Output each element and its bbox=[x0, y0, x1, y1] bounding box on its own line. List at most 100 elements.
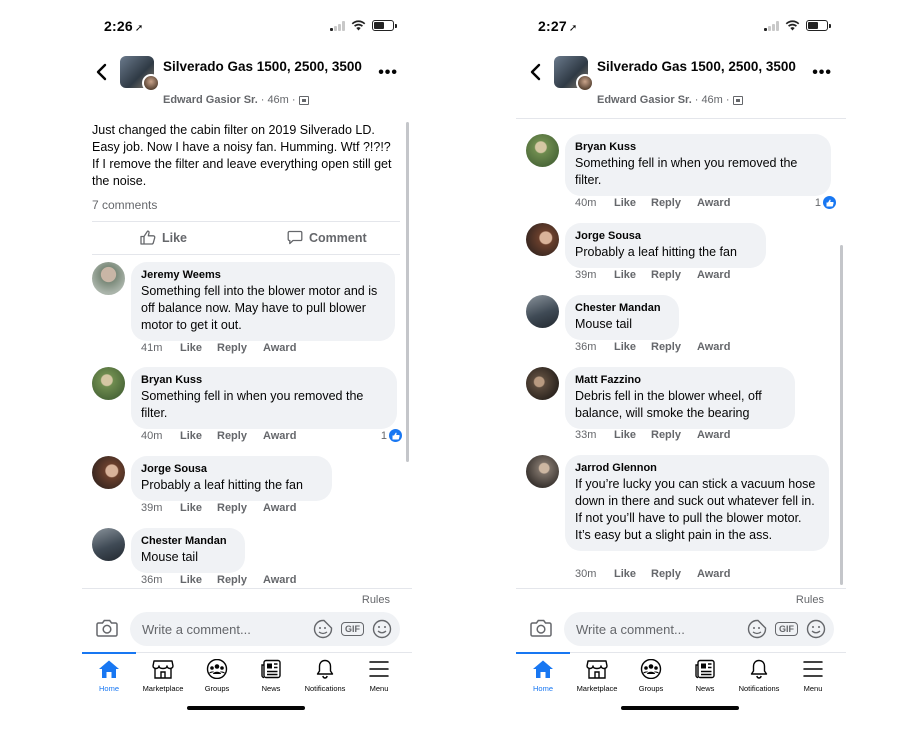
commenter-avatar[interactable] bbox=[526, 223, 559, 256]
comment-like-button[interactable]: Like bbox=[180, 342, 217, 354]
comment-reply-button[interactable]: Reply bbox=[651, 197, 697, 209]
comment-award-button[interactable]: Award bbox=[697, 568, 730, 580]
comment-reply-button[interactable]: Reply bbox=[651, 341, 697, 353]
comment-bubble[interactable]: Jarrod Glennon If you’re lucky you can s… bbox=[565, 455, 829, 551]
scrollbar[interactable] bbox=[406, 122, 409, 462]
comment-author[interactable]: Jorge Sousa bbox=[575, 229, 756, 244]
rules-link[interactable]: Rules bbox=[796, 594, 824, 606]
back-arrow-icon[interactable] bbox=[94, 62, 110, 82]
gif-button[interactable]: GIF bbox=[341, 622, 364, 636]
post-author[interactable]: Edward Gasior Sr. bbox=[163, 94, 258, 106]
tab-home[interactable]: Home bbox=[516, 659, 570, 693]
comment-like-button[interactable]: Like bbox=[614, 269, 651, 281]
comment-bubble[interactable]: Matt Fazzino Debris fell in the blower w… bbox=[565, 367, 795, 429]
comments-count[interactable]: 7 comments bbox=[92, 198, 157, 212]
tab-label: Marketplace bbox=[142, 684, 184, 693]
comment-reply-button[interactable]: Reply bbox=[651, 269, 697, 281]
camera-icon[interactable] bbox=[530, 619, 552, 637]
home-indicator[interactable] bbox=[621, 706, 739, 710]
emoji-icon[interactable] bbox=[806, 619, 826, 639]
comment-actions: 40m Like Reply Award bbox=[141, 430, 296, 442]
back-arrow-icon[interactable] bbox=[528, 62, 544, 82]
rules-link[interactable]: Rules bbox=[362, 594, 390, 606]
comment-award-button[interactable]: Award bbox=[697, 341, 730, 353]
more-options-button[interactable]: ••• bbox=[378, 64, 398, 82]
comment-like-button[interactable]: Like bbox=[614, 568, 651, 580]
comment-author[interactable]: Jarrod Glennon bbox=[575, 461, 819, 476]
commenter-avatar[interactable] bbox=[526, 367, 559, 400]
tab-groups[interactable]: Groups bbox=[624, 659, 678, 693]
comment-award-button[interactable]: Award bbox=[697, 269, 730, 281]
comment-bubble[interactable]: Chester Mandan Mouse tail bbox=[131, 528, 245, 573]
comment-author[interactable]: Bryan Kuss bbox=[575, 140, 821, 155]
comment-like-button[interactable]: Like bbox=[614, 429, 651, 441]
scrollbar[interactable] bbox=[840, 245, 843, 585]
commenter-avatar[interactable] bbox=[526, 134, 559, 167]
comment-author[interactable]: Matt Fazzino bbox=[575, 373, 785, 388]
comment-bubble[interactable]: Jorge Sousa Probably a leaf hitting the … bbox=[565, 223, 766, 268]
comment-reactions[interactable]: 1 bbox=[381, 429, 402, 442]
tab-news[interactable]: News bbox=[678, 659, 732, 693]
comment-like-button[interactable]: Like bbox=[614, 197, 651, 209]
comment-reactions[interactable]: 1 bbox=[815, 196, 836, 209]
comment-bubble[interactable]: Jeremy Weems Something fell into the blo… bbox=[131, 262, 395, 341]
comment-reply-button[interactable]: Reply bbox=[651, 568, 697, 580]
comment-reply-button[interactable]: Reply bbox=[651, 429, 697, 441]
camera-icon[interactable] bbox=[96, 619, 118, 637]
commenter-avatar[interactable] bbox=[92, 456, 125, 489]
tab-news[interactable]: News bbox=[244, 659, 298, 693]
comment-like-button[interactable]: Like bbox=[614, 341, 651, 353]
comment-reply-button[interactable]: Reply bbox=[217, 574, 263, 586]
commenter-avatar[interactable] bbox=[92, 262, 125, 295]
comment-award-button[interactable]: Award bbox=[263, 342, 296, 354]
like-button[interactable]: Like bbox=[140, 230, 187, 245]
comment-reply-button[interactable]: Reply bbox=[217, 342, 263, 354]
tab-notifications[interactable]: Notifications bbox=[298, 659, 352, 693]
comment-like-button[interactable]: Like bbox=[180, 574, 217, 586]
comment-item: Bryan Kuss Something fell in when you re… bbox=[526, 134, 836, 216]
comment-author[interactable]: Jeremy Weems bbox=[141, 268, 385, 283]
comment-reply-button[interactable]: Reply bbox=[217, 502, 263, 514]
sticker-icon[interactable] bbox=[747, 619, 767, 639]
group-name[interactable]: Silverado Gas 1500, 2500, 3500 bbox=[163, 58, 363, 75]
comment-author[interactable]: Chester Mandan bbox=[141, 534, 235, 549]
comment-reply-button[interactable]: Reply bbox=[217, 430, 263, 442]
tab-menu[interactable]: Menu bbox=[352, 659, 406, 693]
tab-home[interactable]: Home bbox=[82, 659, 136, 693]
comment-like-button[interactable]: Like bbox=[180, 502, 217, 514]
comment-award-button[interactable]: Award bbox=[697, 429, 730, 441]
commenter-avatar[interactable] bbox=[526, 295, 559, 328]
comment-input[interactable]: Write a comment... GIF bbox=[564, 612, 834, 646]
commenter-avatar[interactable] bbox=[92, 367, 125, 400]
comment-bubble[interactable]: Jorge Sousa Probably a leaf hitting the … bbox=[131, 456, 332, 501]
group-name[interactable]: Silverado Gas 1500, 2500, 3500 bbox=[597, 58, 797, 75]
comment-award-button[interactable]: Award bbox=[263, 574, 296, 586]
comment-author[interactable]: Jorge Sousa bbox=[141, 462, 322, 477]
group-avatar[interactable] bbox=[120, 56, 160, 92]
commenter-avatar[interactable] bbox=[92, 528, 125, 561]
tab-menu[interactable]: Menu bbox=[786, 659, 840, 693]
comment-button[interactable]: Comment bbox=[287, 230, 367, 245]
commenter-avatar[interactable] bbox=[526, 455, 559, 488]
tab-notifications[interactable]: Notifications bbox=[732, 659, 786, 693]
comment-author[interactable]: Bryan Kuss bbox=[141, 373, 387, 388]
comment-award-button[interactable]: Award bbox=[697, 197, 730, 209]
comment-award-button[interactable]: Award bbox=[263, 502, 296, 514]
gif-button[interactable]: GIF bbox=[775, 622, 798, 636]
comment-bubble[interactable]: Chester Mandan Mouse tail bbox=[565, 295, 679, 340]
comment-bubble[interactable]: Bryan Kuss Something fell in when you re… bbox=[131, 367, 397, 429]
comment-like-button[interactable]: Like bbox=[180, 430, 217, 442]
comment-author[interactable]: Chester Mandan bbox=[575, 301, 669, 316]
comment-award-button[interactable]: Award bbox=[263, 430, 296, 442]
tab-marketplace[interactable]: Marketplace bbox=[136, 659, 190, 693]
comment-input[interactable]: Write a comment... GIF bbox=[130, 612, 400, 646]
post-author[interactable]: Edward Gasior Sr. bbox=[597, 94, 692, 106]
group-avatar[interactable] bbox=[554, 56, 594, 92]
home-indicator[interactable] bbox=[187, 706, 305, 710]
emoji-icon[interactable] bbox=[372, 619, 392, 639]
more-options-button[interactable]: ••• bbox=[812, 64, 832, 82]
sticker-icon[interactable] bbox=[313, 619, 333, 639]
tab-marketplace[interactable]: Marketplace bbox=[570, 659, 624, 693]
tab-groups[interactable]: Groups bbox=[190, 659, 244, 693]
comment-bubble[interactable]: Bryan Kuss Something fell in when you re… bbox=[565, 134, 831, 196]
